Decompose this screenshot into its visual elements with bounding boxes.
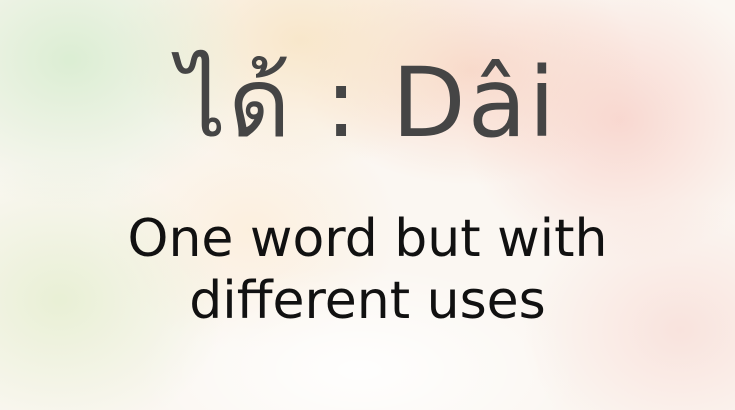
subtitle: One word but with different uses (0, 208, 735, 332)
slide-canvas: ได้ : Dâi One word but with different us… (0, 0, 735, 410)
subtitle-line-2: different uses (189, 271, 546, 331)
page-title: ได้ : Dâi (177, 47, 558, 159)
subtitle-line-1: One word but with (127, 209, 608, 269)
